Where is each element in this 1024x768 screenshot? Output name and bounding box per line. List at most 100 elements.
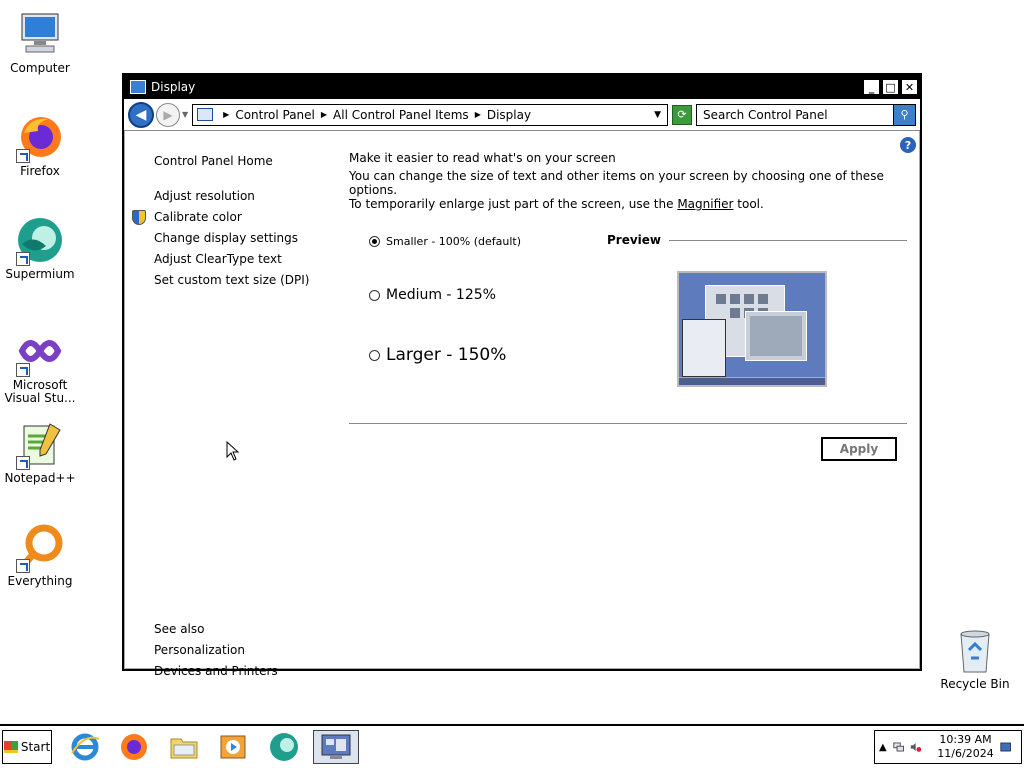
taskbar-firefox[interactable] — [113, 730, 155, 764]
divider — [349, 423, 907, 424]
apply-button[interactable]: Apply — [821, 437, 897, 461]
maximize-button[interactable]: □ — [882, 79, 899, 95]
close-button[interactable]: ✕ — [901, 79, 918, 95]
desktop-icon-label: Microsoft Visual Stu... — [4, 378, 76, 405]
calibrate-color-link[interactable]: Calibrate color — [132, 207, 334, 228]
control-panel-icon — [197, 108, 214, 121]
magnifier-link[interactable]: Magnifier — [677, 197, 733, 211]
preview-heading: Preview — [607, 233, 907, 247]
system-tray: ▲ 10:39 AM 11/6/2024 — [874, 730, 1022, 764]
option-medium[interactable]: Medium - 125% — [369, 287, 496, 303]
control-panel-home-link[interactable]: Control Panel Home — [154, 151, 334, 172]
chevron-right-icon[interactable]: ▶ — [223, 110, 229, 119]
see-also-heading: See also — [154, 622, 205, 636]
everything-icon — [16, 523, 64, 573]
chevron-right-icon[interactable]: ▶ — [475, 110, 481, 119]
adjust-resolution-link[interactable]: Adjust resolution — [154, 186, 334, 207]
radio-icon[interactable] — [369, 289, 380, 301]
shield-icon — [132, 210, 146, 225]
desktop-icon-label: Computer — [10, 61, 70, 75]
supermium-icon — [270, 733, 298, 761]
mouse-cursor-icon — [226, 441, 240, 461]
desktop-icon-label: Firefox — [20, 164, 60, 178]
desktop-icon-label: Supermium — [5, 267, 75, 281]
clock[interactable]: 10:39 AM 11/6/2024 — [937, 733, 993, 761]
taskbar-supermium[interactable] — [263, 730, 305, 764]
shortcut-arrow-icon — [16, 456, 30, 470]
desktop-icon-everything[interactable]: Everything — [0, 523, 80, 588]
visual-studio-icon — [16, 327, 64, 377]
taskbar-control-panel-display[interactable] — [313, 730, 359, 764]
desktop-icon-label: Recycle Bin — [940, 677, 1010, 691]
windows-logo-icon — [3, 741, 18, 753]
recent-pages-dropdown-icon[interactable]: ▼ — [182, 110, 188, 119]
display-settings-icon — [321, 734, 351, 759]
firefox-icon — [121, 734, 147, 760]
shortcut-arrow-icon — [16, 149, 30, 163]
breadcrumb-display[interactable]: Display — [487, 108, 531, 122]
start-label: Start — [20, 740, 51, 754]
devices-printers-link[interactable]: Devices and Printers — [154, 661, 278, 682]
minimize-button[interactable]: _ — [863, 79, 880, 95]
main-panel: Make it easier to read what's on your sc… — [349, 151, 914, 461]
recycle-bin-icon — [951, 626, 999, 674]
window-title: Display — [151, 80, 196, 94]
network-icon[interactable] — [893, 740, 904, 754]
radio-icon[interactable] — [369, 349, 380, 361]
adjust-cleartype-link[interactable]: Adjust ClearType text — [154, 249, 334, 270]
desktop-icon-visual-studio[interactable]: Microsoft Visual Stu... — [0, 327, 80, 405]
computer-icon — [16, 10, 64, 58]
clock-time: 10:39 AM — [939, 733, 992, 746]
option-label: Medium - 125% — [386, 287, 496, 303]
show-desktop-icon[interactable] — [1000, 740, 1011, 754]
search-icon[interactable]: ⚲ — [893, 104, 915, 125]
desktop-icon-supermium[interactable]: Supermium — [0, 216, 80, 281]
display-app-icon — [130, 80, 146, 94]
desktop-icon-firefox[interactable]: Firefox — [0, 113, 80, 178]
desktop-icon-computer[interactable]: Computer — [0, 10, 80, 75]
calibrate-color-label: Calibrate color — [154, 210, 242, 224]
back-arrow-icon[interactable]: ◀ — [128, 101, 154, 128]
start-button[interactable]: Start — [2, 730, 52, 764]
preview-image — [677, 271, 827, 387]
taskbar: Start ▲ 10:39 AM 11/6/2024 — [0, 724, 1024, 768]
shortcut-arrow-icon — [16, 363, 30, 377]
chevron-right-icon[interactable]: ▶ — [321, 110, 327, 119]
option-smaller[interactable]: Smaller - 100% (default) — [369, 235, 521, 248]
page-heading: Make it easier to read what's on your sc… — [349, 151, 616, 165]
personalization-link[interactable]: Personalization — [154, 640, 278, 661]
change-display-settings-link[interactable]: Change display settings — [154, 228, 334, 249]
radio-selected-icon[interactable] — [369, 236, 380, 247]
internet-explorer-icon — [71, 733, 100, 761]
navigation-bar: ◀ ▶ ▼ ▶ Control Panel ▶ All Control Pane… — [124, 99, 920, 131]
breadcrumb-control-panel[interactable]: Control Panel — [235, 108, 315, 122]
taskbar-media-player[interactable] — [212, 730, 254, 764]
shortcut-arrow-icon — [16, 559, 30, 573]
see-also-section: See also Personalization Devices and Pri… — [154, 619, 278, 682]
custom-text-size-link[interactable]: Set custom text size (DPI) — [154, 270, 334, 291]
volume-muted-icon[interactable] — [910, 740, 922, 754]
page-description: You can change the size of text and othe… — [349, 169, 914, 211]
notepadpp-icon — [16, 420, 64, 470]
refresh-icon[interactable]: ⟳ — [672, 104, 692, 125]
content-area: ? Control Panel Home Adjust resolution C… — [124, 131, 920, 678]
address-bar[interactable]: ▶ Control Panel ▶ All Control Panel Item… — [192, 103, 668, 126]
search-input[interactable]: Search Control Panel ⚲ — [696, 103, 916, 126]
address-dropdown-icon[interactable]: ▼ — [654, 110, 661, 120]
taskbar-file-explorer[interactable] — [163, 730, 205, 764]
show-hidden-icons-icon[interactable]: ▲ — [879, 742, 887, 753]
forward-arrow-icon[interactable]: ▶ — [156, 102, 180, 127]
option-larger[interactable]: Larger - 150% — [369, 345, 506, 365]
display-window: Display _ □ ✕ ◀ ▶ ▼ ▶ Control Panel ▶ Al… — [122, 73, 922, 678]
taskbar-internet-explorer[interactable] — [64, 730, 106, 764]
breadcrumb-all-items[interactable]: All Control Panel Items — [333, 108, 469, 122]
desktop-icon-recycle-bin[interactable]: Recycle Bin — [935, 626, 1015, 691]
description-line-1: You can change the size of text and othe… — [349, 169, 884, 197]
clock-date: 11/6/2024 — [937, 747, 994, 760]
search-placeholder: Search Control Panel — [703, 107, 828, 122]
folder-icon — [170, 738, 198, 759]
supermium-icon — [16, 216, 64, 266]
firefox-icon — [16, 113, 64, 163]
desktop-icon-notepadpp[interactable]: Notepad++ — [0, 420, 80, 485]
title-bar[interactable]: Display _ □ ✕ — [124, 75, 920, 99]
